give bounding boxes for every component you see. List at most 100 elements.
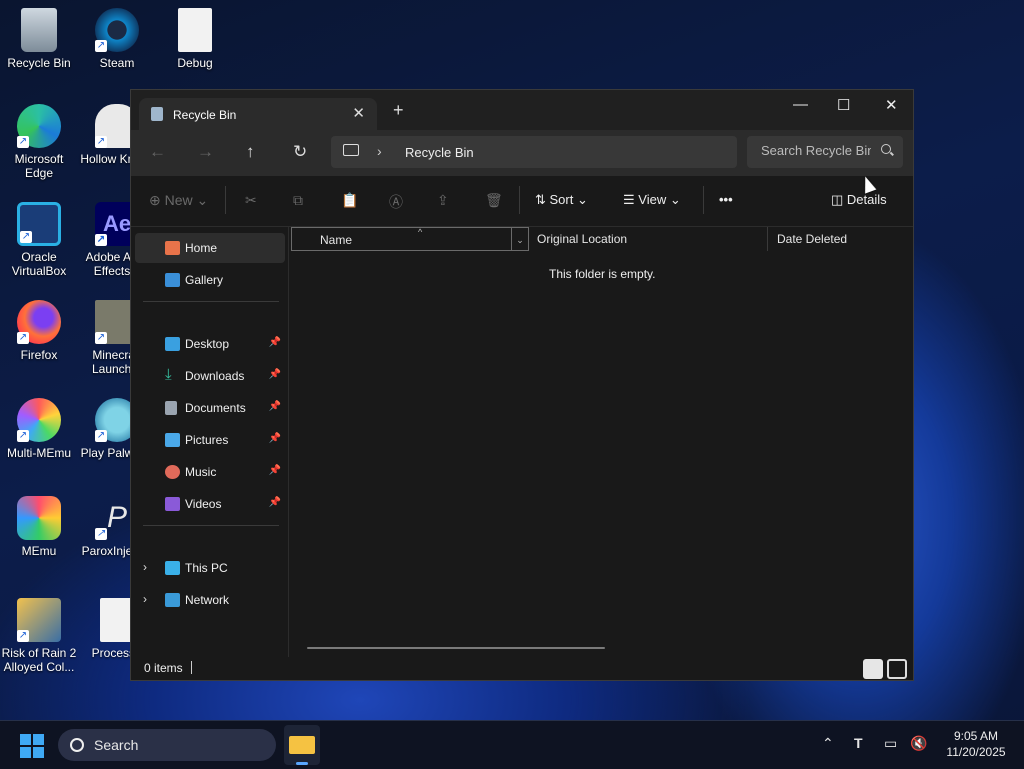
new-tab-button[interactable]: + [393,101,404,119]
column-header-original-location[interactable]: Original Location [537,227,768,251]
desktop-icon-memu[interactable]: MEmu [0,496,78,558]
divider [703,186,704,214]
title-bar[interactable]: Recycle Bin ✕ + — ☐ ✕ [131,90,913,130]
address-bar[interactable]: › Recycle Bin [331,136,737,168]
sidebar-item-desktop[interactable]: Desktop 📌 [135,329,285,359]
desktop-icon-label: MEmu [21,544,57,558]
download-icon: ⤓ [165,366,172,383]
volume-muted-icon[interactable]: 🔇 [910,735,927,752]
copy-icon[interactable]: ⧉ [293,192,303,209]
rename-icon[interactable]: Ⓐ [389,192,403,212]
firefox-icon: ↗ [17,300,61,344]
desktop-icon-label: Risk of Rain 2 Alloyed Col... [1,646,77,674]
desktop-icon-label: Recycle Bin [7,56,71,70]
column-header-name[interactable]: ^ Name ⌄ [291,227,529,251]
chevron-right-icon[interactable]: › [143,560,147,574]
clock[interactable]: 9:05 AM 11/20/2025 [936,728,1016,760]
back-button[interactable]: ← [149,142,166,162]
sidebar-item-this-pc[interactable]: › This PC [135,553,285,583]
sort-ascending-icon: ^ [418,227,423,237]
start-button[interactable] [20,734,44,758]
up-button[interactable]: ↑ [246,142,255,162]
sidebar-item-label: Downloads [185,369,245,383]
chevron-down-icon[interactable]: ⌄ [511,228,528,250]
desktop-icon-firefox[interactable]: ↗ Firefox [0,300,78,362]
folder-icon [289,736,315,754]
sidebar-item-network[interactable]: › Network [135,585,285,615]
taskbar-search[interactable]: Search [58,729,276,761]
chevron-right-icon[interactable]: › [377,143,382,159]
desktop-icon-label: Debug [177,56,213,70]
desktop-icon-label: Firefox [20,348,58,362]
maximize-button[interactable]: ☐ [837,96,850,114]
sidebar-item-label: This PC [185,561,228,575]
desktop-icon-debug[interactable]: Debug [156,8,234,70]
taskbar-file-explorer[interactable] [284,725,320,765]
videos-icon [165,497,180,511]
search-input[interactable] [759,142,873,159]
new-label: New [164,192,193,208]
chevron-up-icon[interactable]: ⌃ [822,735,834,752]
view-button[interactable]: ☰ View ⌄ [623,192,681,208]
desktop-icon-recycle-bin[interactable]: Recycle Bin [0,8,78,70]
sidebar-item-label: Desktop [185,337,230,351]
pin-icon[interactable]: 📌 [269,337,281,348]
minimize-button[interactable]: — [793,96,808,113]
taskbar: Search ⌃ T ▭ 🔇 9:05 AM 11/20/2025 [0,720,1024,769]
details-view-button[interactable] [863,659,883,679]
pin-icon[interactable]: 📌 [269,465,281,476]
forward-button[interactable]: → [197,142,214,162]
desktop-icon-risk-of-rain[interactable]: ↗ Risk of Rain 2 Alloyed Col... [0,598,78,674]
memu-icon [17,496,61,540]
close-window-button[interactable]: ✕ [885,96,898,114]
sidebar-item-documents[interactable]: Documents 📌 [135,393,285,423]
view-label: View [638,192,667,207]
sidebar-item-music[interactable]: Music 📌 [135,457,285,487]
pin-icon[interactable]: 📌 [269,369,281,380]
display-icon[interactable]: ▭ [884,735,897,752]
share-icon[interactable]: ⇪ [437,192,449,209]
see-more-button[interactable]: ••• [719,192,733,207]
active-indicator [296,762,308,765]
sort-label: Sort [549,192,574,207]
pin-icon[interactable]: 📌 [269,401,281,412]
sidebar-item-label: Documents [185,401,246,415]
tray-app-icon[interactable]: T [854,735,863,751]
sidebar-item-home[interactable]: Home [135,233,285,263]
new-button[interactable]: ⊕ New ⌄ [149,192,208,209]
close-tab-button[interactable]: ✕ [352,104,365,122]
sort-button[interactable]: ⇅ Sort ⌄ [535,192,588,208]
refresh-button[interactable]: ↻ [293,142,307,162]
desktop-icon-steam[interactable]: ↗ Steam [78,8,156,70]
delete-icon[interactable]: 🗑 [485,192,503,209]
sidebar-item-pictures[interactable]: Pictures 📌 [135,425,285,455]
file-list[interactable]: ^ Name ⌄ Original Location Date Deleted … [289,227,913,657]
desktop-icon-edge[interactable]: ↗ Microsoft Edge [0,104,78,180]
column-header-date-deleted[interactable]: Date Deleted [777,227,913,251]
document-icon [100,598,134,642]
sidebar-item-label: Gallery [185,273,224,287]
desktop-icon-virtualbox[interactable]: ↗ Oracle VirtualBox [0,202,78,278]
divider [191,661,192,674]
details-pane-button[interactable]: ◫ Details [831,192,887,208]
breadcrumb[interactable]: Recycle Bin [405,145,474,160]
pin-icon[interactable]: 📌 [269,497,281,508]
cut-icon[interactable]: ✂ [245,192,257,209]
large-icons-view-button[interactable] [887,659,907,679]
sidebar-item-videos[interactable]: Videos 📌 [135,489,285,519]
desktop-icon-label: Oracle VirtualBox [11,250,67,278]
sidebar-item-label: Network [185,593,230,607]
chevron-right-icon[interactable]: › [143,592,147,606]
horizontal-scrollbar[interactable] [307,647,605,649]
sidebar-item-gallery[interactable]: Gallery [135,265,285,295]
time: 9:05 AM [953,729,999,743]
pin-icon[interactable]: 📌 [269,433,281,444]
sidebar-item-downloads[interactable]: ⤓ Downloads 📌 [135,361,285,391]
search-box[interactable] [747,136,903,168]
steam-icon: ↗ [95,8,139,52]
desktop-icon-multi-memu[interactable]: ↗ Multi-MEmu [0,398,78,460]
search-icon[interactable] [881,144,891,154]
home-icon [165,241,180,255]
paste-icon[interactable]: 📋 [341,192,358,209]
tab-recycle-bin[interactable]: Recycle Bin ✕ [139,98,377,130]
